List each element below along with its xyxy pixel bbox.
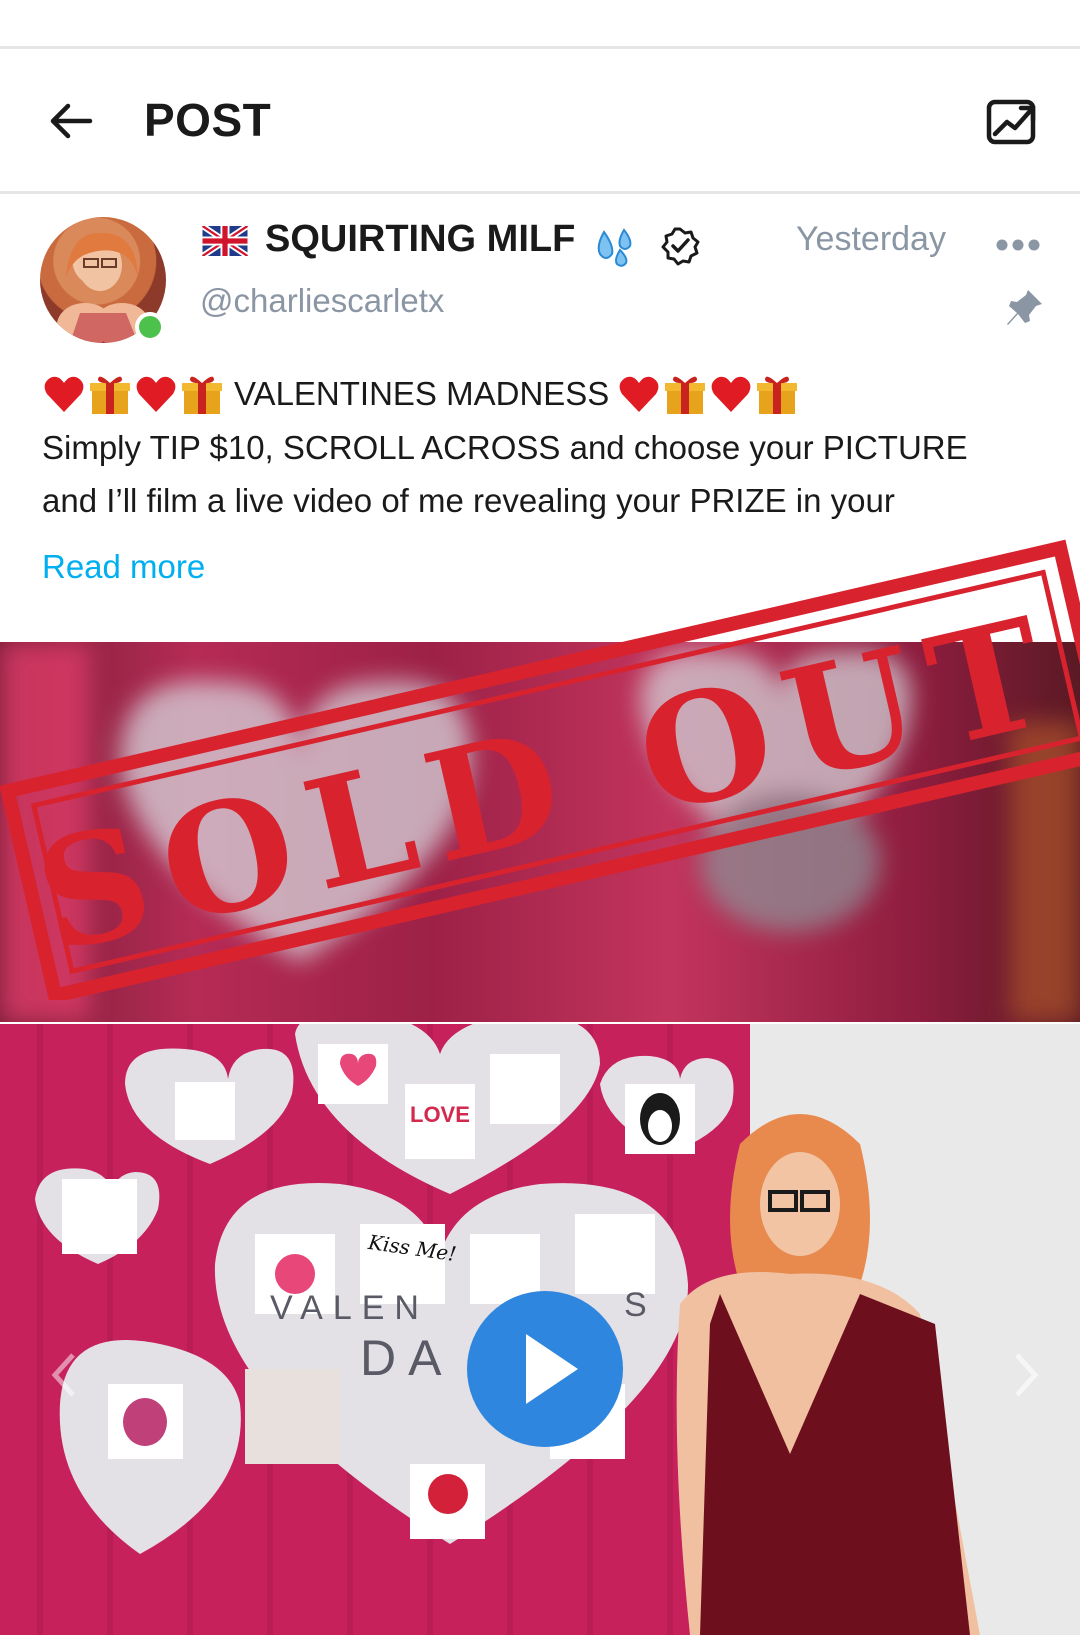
- water-drops-icon: [597, 228, 632, 267]
- red-heart-icon: [711, 376, 751, 412]
- post-body-line-2: and I’ll film a live video of me reveali…: [42, 482, 895, 519]
- post-title: VALENTINES MADNESS: [234, 375, 610, 412]
- gift-icon: [757, 376, 798, 414]
- statistics-icon[interactable]: [985, 96, 1041, 148]
- user-handle[interactable]: @charliescarletx: [200, 282, 444, 320]
- gift-icon: [665, 376, 706, 414]
- red-heart-icon: [136, 376, 176, 412]
- love-tile-text: LOVE: [410, 1102, 470, 1127]
- page-title: POST: [144, 94, 272, 146]
- header-divider: [0, 191, 1080, 194]
- decor-word-1: VALEN: [270, 1289, 429, 1327]
- gift-icon: [90, 376, 130, 414]
- read-more-link[interactable]: Read more: [42, 548, 205, 586]
- top-divider: [0, 46, 1080, 49]
- decor-word-2: S: [624, 1286, 647, 1324]
- red-heart-icon: [44, 376, 84, 412]
- carousel-next-icon[interactable]: [1005, 1345, 1045, 1405]
- pin-icon: [1007, 290, 1042, 325]
- display-name[interactable]: SQUIRTING MILF: [265, 218, 575, 261]
- gift-icon: [182, 376, 222, 414]
- post-timestamp: Yesterday: [796, 220, 946, 258]
- more-dots-icon[interactable]: [995, 232, 1041, 258]
- post-title-row: VALENTINES MADNESS: [42, 371, 801, 417]
- media-image-sold-out[interactable]: [0, 642, 1080, 1022]
- play-video-button[interactable]: [466, 1290, 624, 1448]
- verified-badge-icon: [661, 227, 700, 266]
- red-heart-icon: [619, 376, 659, 412]
- online-status-dot: [135, 312, 165, 342]
- uk-flag-icon: [202, 226, 248, 256]
- decor-word-3: DA: [360, 1330, 454, 1386]
- carousel-prev-icon[interactable]: [45, 1345, 85, 1405]
- back-arrow-icon[interactable]: [46, 96, 96, 146]
- post-body-line-1: Simply TIP $10, SCROLL ACROSS and choose…: [42, 429, 968, 466]
- blurred-hearts-backdrop: [0, 642, 1080, 1022]
